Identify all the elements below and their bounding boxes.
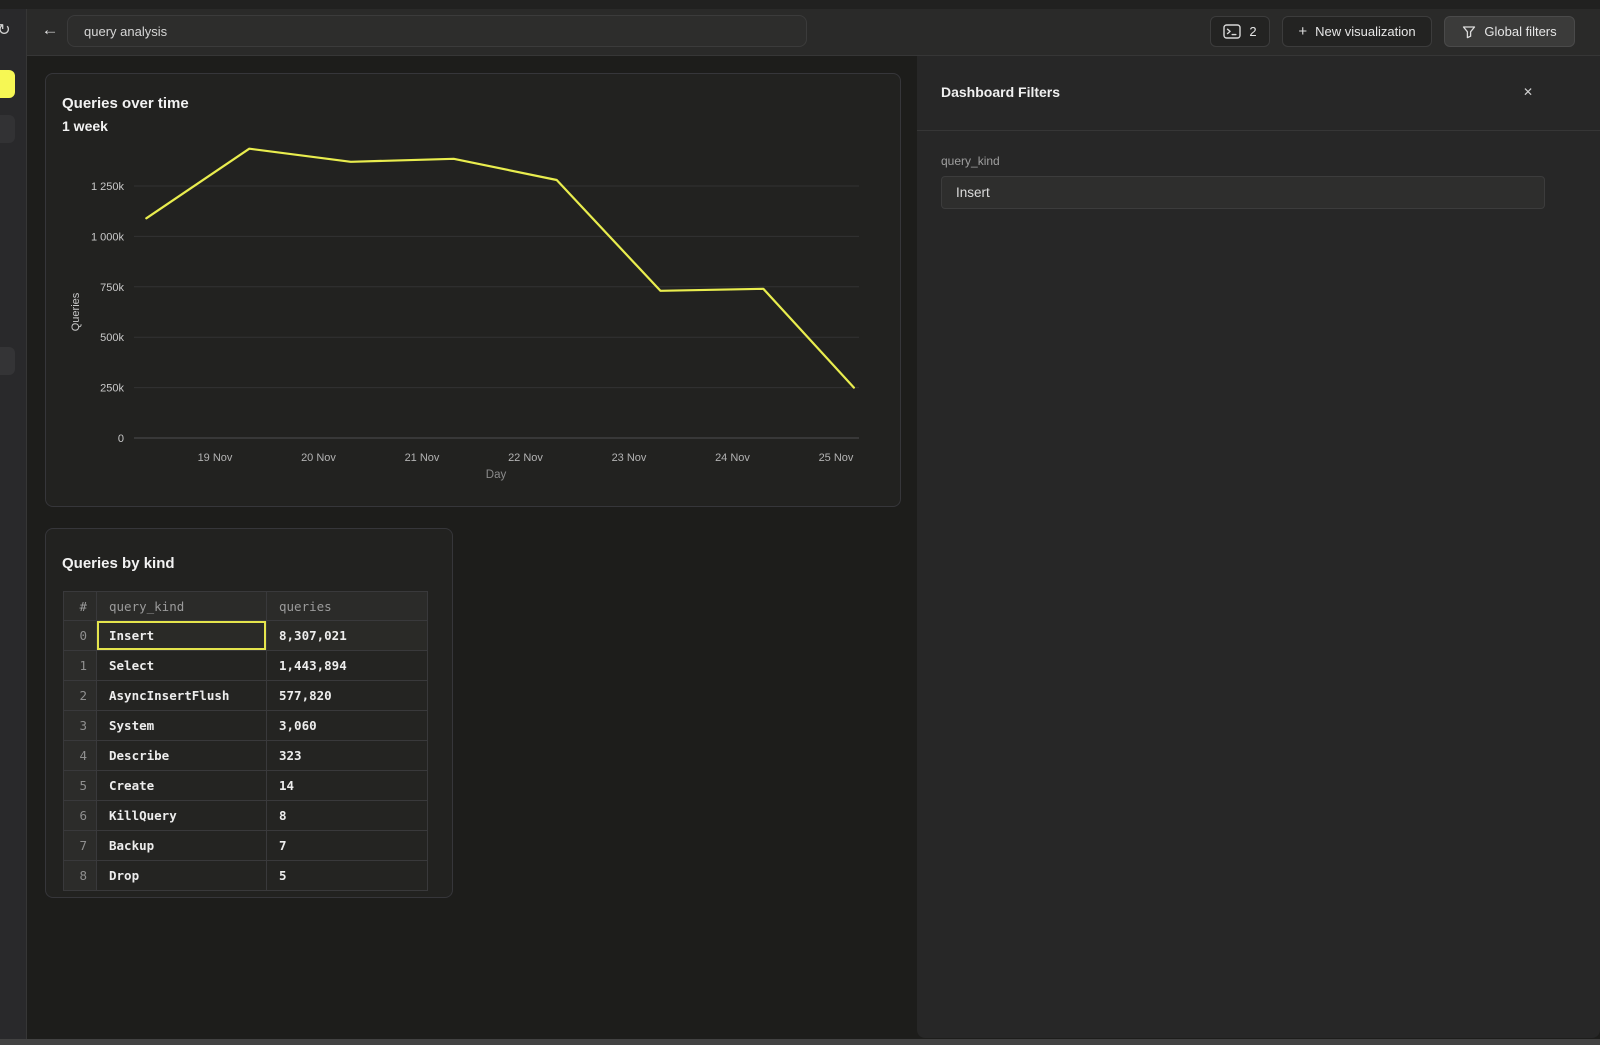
rail-item[interactable] (0, 347, 15, 375)
table-row: 2AsyncInsertFlush577,820 (64, 681, 428, 711)
panel-divider (917, 130, 1600, 131)
y-axis-title: Queries (70, 292, 82, 331)
window-bottom-strip (0, 1039, 1600, 1045)
y-tick-label: 1 000k (91, 231, 125, 243)
query-kind-column-header: query_kind (97, 592, 267, 621)
row-index-cell: 7 (64, 831, 97, 861)
row-index-cell: 1 (64, 651, 97, 681)
query-kind-cell[interactable]: AsyncInsertFlush (97, 681, 267, 711)
query-kind-cell[interactable]: System (97, 711, 267, 741)
table-row: 5Create14 (64, 771, 428, 801)
x-tick-label: 23 Nov (612, 452, 647, 464)
rail-item[interactable] (0, 115, 15, 143)
console-button[interactable]: 2 (1210, 16, 1270, 47)
table-row: 8Drop5 (64, 861, 428, 891)
x-tick-label: 22 Nov (508, 452, 543, 464)
table-row: 4Describe323 (64, 741, 428, 771)
query-kind-cell[interactable]: KillQuery (97, 801, 267, 831)
query-kind-cell[interactable]: Describe (97, 741, 267, 771)
x-axis-title: Day (486, 469, 507, 481)
queries-by-kind-card[interactable]: Queries by kind # query_kind queries 0In… (45, 528, 453, 898)
queries-value-cell[interactable]: 7 (267, 831, 428, 861)
plus-icon: + (1298, 23, 1307, 40)
query-kind-cell[interactable]: Select (97, 651, 267, 681)
y-tick-label: 500k (100, 332, 124, 344)
y-tick-label: 0 (118, 433, 124, 445)
table-row: 7Backup7 (64, 831, 428, 861)
queries-value-cell[interactable]: 323 (267, 741, 428, 771)
rail-item-selected[interactable] (0, 70, 15, 98)
table-row: 0Insert8,307,021 (64, 621, 428, 651)
row-index-cell: 2 (64, 681, 97, 711)
y-tick-label: 750k (100, 282, 124, 294)
queries-value-cell[interactable]: 8,307,021 (267, 621, 428, 651)
row-index-cell: 5 (64, 771, 97, 801)
back-arrow-icon: ← (42, 20, 59, 40)
funnel-icon (1462, 25, 1476, 39)
x-tick-label: 24 Nov (715, 452, 750, 464)
dashboard-title-input[interactable] (67, 15, 807, 47)
table-row: 6KillQuery8 (64, 801, 428, 831)
table-row: 3System3,060 (64, 711, 428, 741)
query-kind-cell[interactable]: Create (97, 771, 267, 801)
queries-column-header: queries (267, 592, 428, 621)
global-filters-button[interactable]: Global filters (1444, 16, 1575, 47)
new-visualization-label: New visualization (1315, 24, 1415, 39)
queries-over-time-card[interactable]: Queries over time 1 week 1 250k1 000k750… (45, 73, 901, 507)
index-column-header: # (64, 592, 97, 621)
row-index-cell: 3 (64, 711, 97, 741)
queries-value-cell[interactable]: 577,820 (267, 681, 428, 711)
query-kind-filter-input[interactable] (941, 176, 1545, 209)
queries-over-time-chart: 1 250k 1 000k 750k 500k 250k 0 19 Nov 20 Nov 21 … (46, 74, 902, 508)
filter-field-label: query_kind (941, 154, 1000, 168)
x-tick-label: 20 Nov (301, 452, 336, 464)
console-count: 2 (1249, 24, 1256, 39)
table-header-row: # query_kind queries (64, 592, 428, 621)
close-icon[interactable]: ✕ (1518, 82, 1538, 102)
dashboard-filters-panel: Dashboard Filters ✕ query_kind (917, 56, 1600, 1038)
query-kind-cell[interactable]: Backup (97, 831, 267, 861)
new-visualization-button[interactable]: + New visualization (1282, 16, 1432, 47)
x-tick-label: 21 Nov (405, 452, 440, 464)
queries-value-cell[interactable]: 14 (267, 771, 428, 801)
left-rail: ↻ (0, 9, 27, 1045)
back-button[interactable]: ← (36, 16, 64, 44)
row-index-cell: 8 (64, 861, 97, 891)
chart-line (146, 149, 854, 388)
row-index-cell: 0 (64, 621, 97, 651)
query-kind-cell[interactable]: Drop (97, 861, 267, 891)
queries-by-kind-table: # query_kind queries 0Insert8,307,0211Se… (63, 591, 428, 891)
queries-value-cell[interactable]: 3,060 (267, 711, 428, 741)
queries-value-cell[interactable]: 8 (267, 801, 428, 831)
y-tick-label: 1 250k (91, 181, 125, 193)
refresh-icon[interactable]: ↻ (0, 21, 14, 41)
topbar: ← 2 + New visualization Global filters (0, 9, 1600, 56)
query-kind-cell[interactable]: Insert (97, 621, 267, 651)
table-title: Queries by kind (62, 555, 175, 572)
x-tick-label: 19 Nov (198, 452, 233, 464)
row-index-cell: 6 (64, 801, 97, 831)
filters-panel-title: Dashboard Filters (941, 84, 1060, 100)
y-tick-label: 250k (100, 383, 124, 395)
terminal-icon (1223, 24, 1241, 39)
table-row: 1Select1,443,894 (64, 651, 428, 681)
row-index-cell: 4 (64, 741, 97, 771)
queries-value-cell[interactable]: 1,443,894 (267, 651, 428, 681)
x-tick-label: 25 Nov (819, 452, 854, 464)
window-top-strip (0, 0, 1600, 9)
global-filters-label: Global filters (1484, 24, 1556, 39)
queries-value-cell[interactable]: 5 (267, 861, 428, 891)
